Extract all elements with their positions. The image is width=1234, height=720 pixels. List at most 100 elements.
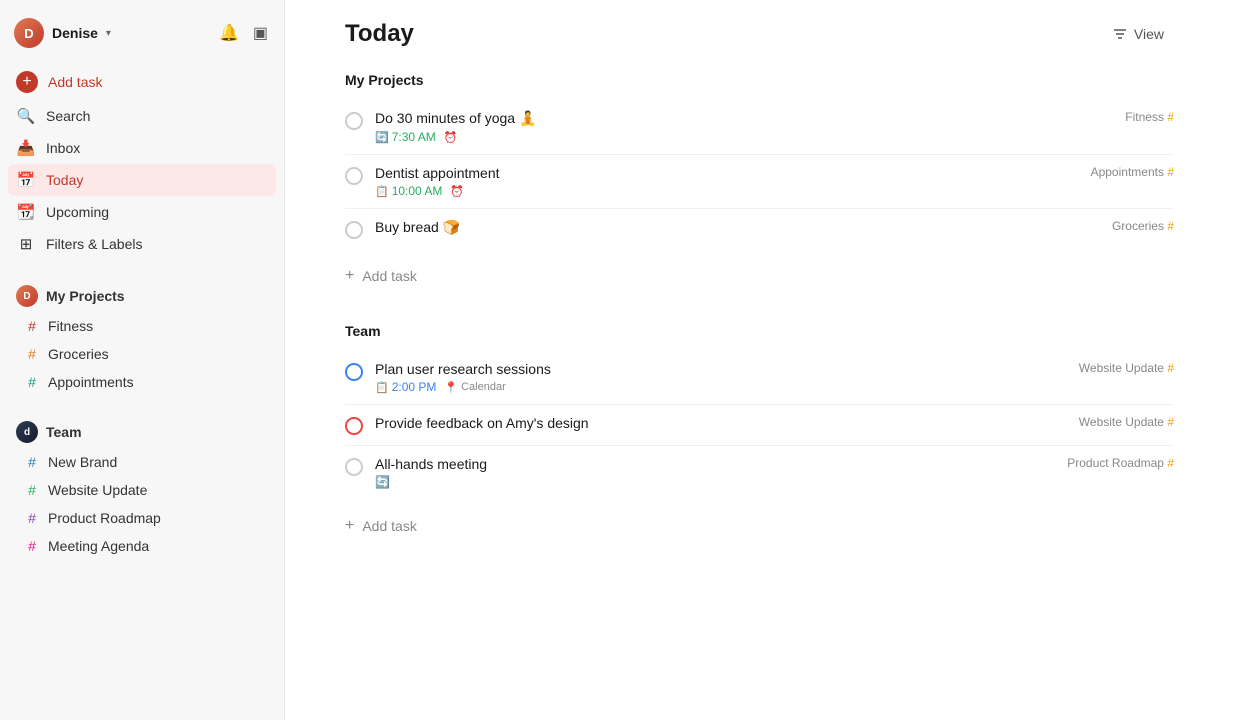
hash-icon-groceries: # — [24, 346, 40, 362]
task-checkbox-feedback[interactable] — [345, 417, 363, 435]
add-icon: + — [16, 71, 38, 93]
view-label: View — [1134, 26, 1164, 42]
calendar-icon-research: 📋 — [375, 381, 389, 394]
table-row: Provide feedback on Amy's design Website… — [345, 405, 1174, 446]
sidebar-item-groceries[interactable]: # Groceries — [8, 340, 276, 368]
sidebar-item-website-update[interactable]: # Website Update — [8, 476, 276, 504]
sidebar-nav: + Add task 🔍 Search 📥 Inbox 📅 Today 📆 Up… — [0, 60, 284, 264]
task-title-bread: Buy bread 🍞 — [375, 219, 1112, 236]
sidebar-item-new-brand[interactable]: # New Brand — [8, 448, 276, 476]
filters-icon: ⊞ — [16, 235, 36, 253]
task-meta-yoga: 🔄 7:30 AM ⏰ — [375, 130, 1125, 144]
notifications-button[interactable]: 🔔 — [217, 21, 241, 45]
team-section: Team Plan user research sessions 📋 2:00 … — [345, 323, 1174, 545]
task-time-dentist: 10:00 AM — [392, 184, 443, 198]
sidebar-item-fitness[interactable]: # Fitness — [8, 312, 276, 340]
user-menu[interactable]: D Denise ▾ — [14, 18, 111, 48]
task-checkbox-allhands[interactable] — [345, 458, 363, 476]
recur-small-icon: 🔄 — [375, 131, 389, 144]
task-content-yoga: Do 30 minutes of yoga 🧘 🔄 7:30 AM ⏰ — [375, 110, 1125, 144]
task-title-research: Plan user research sessions — [375, 361, 1079, 377]
task-project-yoga: Fitness # — [1125, 110, 1174, 124]
task-content-allhands: All-hands meeting 🔄 — [375, 456, 1067, 489]
sidebar-item-upcoming[interactable]: 📆 Upcoming — [8, 196, 276, 228]
sidebar-item-appointments[interactable]: # Appointments — [8, 368, 276, 396]
fitness-label: Fitness — [48, 318, 93, 334]
hash-icon-dentist-project: # — [1167, 165, 1174, 179]
task-title-yoga: Do 30 minutes of yoga 🧘 — [375, 110, 1125, 127]
sidebar-item-meeting-agenda[interactable]: # Meeting Agenda — [8, 532, 276, 560]
my-projects-header[interactable]: D My Projects — [8, 280, 276, 312]
my-projects-label: My Projects — [46, 288, 125, 304]
upcoming-icon: 📆 — [16, 203, 36, 221]
main-header: Today View — [345, 20, 1174, 48]
hash-icon-allhands-project: # — [1167, 456, 1174, 470]
today-icon: 📅 — [16, 171, 36, 189]
sidebar-item-inbox[interactable]: 📥 Inbox — [8, 132, 276, 164]
avatar: D — [14, 18, 44, 48]
sidebar: D Denise ▾ 🔔 ▣ + Add task 🔍 Search 📥 Inb… — [0, 0, 285, 720]
hash-icon-research-project: # — [1167, 361, 1174, 375]
task-checkbox-bread[interactable] — [345, 221, 363, 239]
sidebar-item-filters-label: Filters & Labels — [46, 236, 142, 252]
task-time-research: 2:00 PM — [392, 380, 437, 394]
main-content: Today View My Projects Do 30 minutes of … — [285, 0, 1234, 720]
add-plus-icon-my-projects: + — [345, 267, 354, 285]
hash-icon-bread-project: # — [1167, 219, 1174, 233]
task-meta-dentist: 📋 10:00 AM ⏰ — [375, 184, 1091, 198]
team-label: Team — [46, 424, 82, 440]
recur-icon-allhands: 🔄 — [375, 475, 390, 489]
meeting-agenda-label: Meeting Agenda — [48, 538, 149, 554]
add-plus-icon-team: + — [345, 517, 354, 535]
task-project-feedback: Website Update # — [1079, 415, 1174, 429]
task-project-allhands: Product Roadmap # — [1067, 456, 1174, 470]
search-icon: 🔍 — [16, 107, 36, 125]
sidebar-item-today[interactable]: 📅 Today — [8, 164, 276, 196]
task-content-dentist: Dentist appointment 📋 10:00 AM ⏰ — [375, 165, 1091, 198]
sidebar-item-filters[interactable]: ⊞ Filters & Labels — [8, 228, 276, 260]
page-title: Today — [345, 20, 414, 48]
table-row: Buy bread 🍞 Groceries # — [345, 209, 1174, 249]
team-header[interactable]: d Team — [8, 416, 276, 448]
table-row: All-hands meeting 🔄 Product Roadmap # — [345, 446, 1174, 499]
task-checkbox-yoga[interactable] — [345, 112, 363, 130]
task-checkbox-dentist[interactable] — [345, 167, 363, 185]
table-row: Do 30 minutes of yoga 🧘 🔄 7:30 AM ⏰ Fitn… — [345, 100, 1174, 155]
calendar-label-research: 📍 Calendar — [444, 381, 505, 394]
sidebar-item-product-roadmap[interactable]: # Product Roadmap — [8, 504, 276, 532]
my-projects-task-list: Do 30 minutes of yoga 🧘 🔄 7:30 AM ⏰ Fitn… — [345, 100, 1174, 249]
task-project-research: Website Update # — [1079, 361, 1174, 375]
view-button[interactable]: View — [1102, 21, 1174, 47]
task-title-feedback: Provide feedback on Amy's design — [375, 415, 1079, 431]
task-meta-research: 📋 2:00 PM 📍 Calendar — [375, 380, 1079, 394]
new-brand-label: New Brand — [48, 454, 117, 470]
add-task-team[interactable]: + Add task — [345, 507, 1174, 545]
team-section-title: Team — [345, 323, 1174, 339]
table-row: Plan user research sessions 📋 2:00 PM 📍 … — [345, 351, 1174, 405]
table-row: Dentist appointment 📋 10:00 AM ⏰ Appoint… — [345, 155, 1174, 209]
product-roadmap-label: Product Roadmap — [48, 510, 161, 526]
add-task-button[interactable]: + Add task — [8, 64, 276, 100]
sidebar-item-today-label: Today — [46, 172, 83, 188]
task-time-yoga: 7:30 AM — [392, 130, 436, 144]
my-projects-section-title: My Projects — [345, 72, 1174, 88]
add-task-my-projects[interactable]: + Add task — [345, 257, 1174, 295]
user-name: Denise — [52, 25, 98, 41]
time-badge-dentist: 📋 10:00 AM — [375, 184, 442, 198]
sidebar-item-search[interactable]: 🔍 Search — [8, 100, 276, 132]
hash-icon-yoga-project: # — [1167, 110, 1174, 124]
add-task-my-projects-label: Add task — [362, 268, 416, 284]
task-checkbox-research[interactable] — [345, 363, 363, 381]
appointments-label: Appointments — [48, 374, 134, 390]
view-filter-icon — [1112, 26, 1128, 42]
calendar-icon-dentist: 📋 — [375, 185, 389, 198]
alarm-icon-yoga: ⏰ — [444, 131, 458, 144]
hash-icon-product-roadmap: # — [24, 510, 40, 526]
sidebar-item-search-label: Search — [46, 108, 90, 124]
task-content-feedback: Provide feedback on Amy's design — [375, 415, 1079, 434]
hash-icon-website-update: # — [24, 482, 40, 498]
hash-icon-new-brand: # — [24, 454, 40, 470]
layout-button[interactable]: ▣ — [251, 21, 270, 45]
task-content-bread: Buy bread 🍞 — [375, 219, 1112, 239]
my-projects-group: D My Projects # Fitness # Groceries # Ap… — [0, 276, 284, 400]
